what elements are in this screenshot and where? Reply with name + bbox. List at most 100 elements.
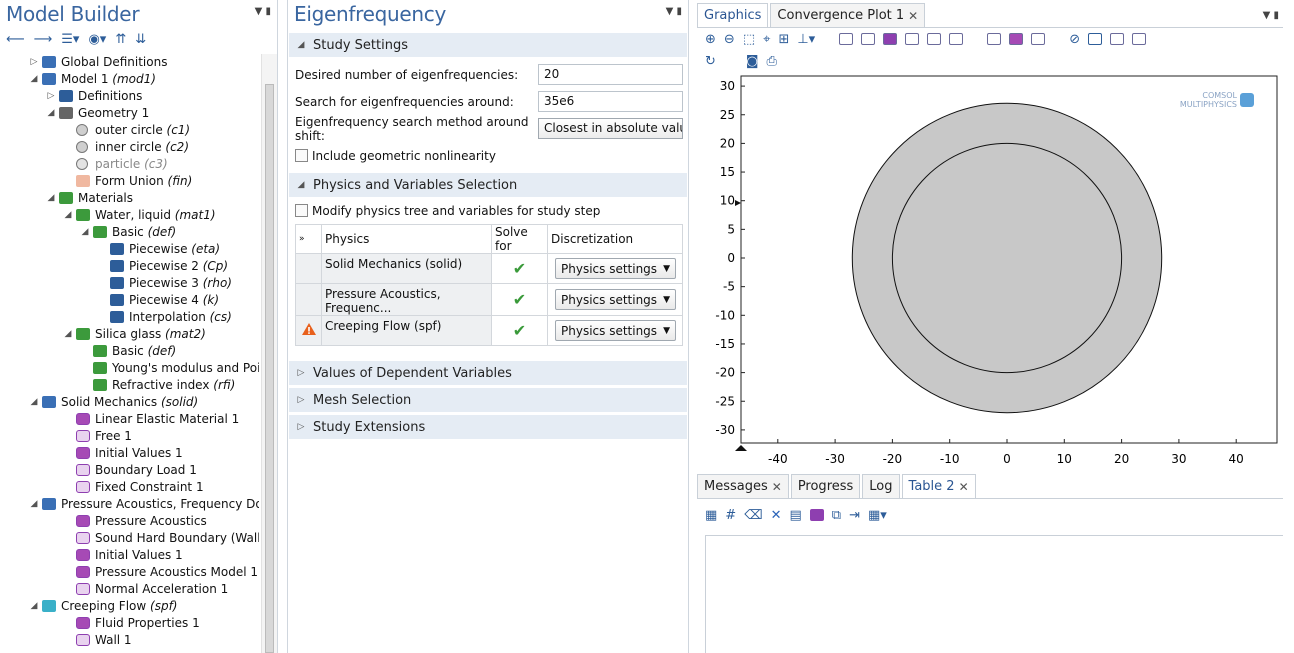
select-boundary-icon[interactable]: [905, 33, 920, 45]
table-area[interactable]: [705, 535, 1283, 653]
modify-checkbox[interactable]: [295, 204, 308, 217]
wireframe-icon[interactable]: [1088, 33, 1103, 45]
panel-menu-icon[interactable]: ▼ ▮: [255, 6, 271, 17]
expand-arrow-icon[interactable]: ▷: [29, 54, 39, 71]
tab-convergence-plot[interactable]: Convergence Plot 1 ✕: [770, 3, 926, 27]
close-icon[interactable]: ✕: [959, 480, 969, 494]
tree-item[interactable]: Piecewise 2 (Cp): [0, 258, 259, 275]
tree-item[interactable]: Piecewise 4 (k): [0, 292, 259, 309]
panel-menu-icon[interactable]: ▼ ▮: [1263, 10, 1283, 27]
select-all-icon[interactable]: [987, 33, 1002, 45]
scene-light-icon[interactable]: [1132, 33, 1147, 45]
forward-icon[interactable]: ⟶: [34, 32, 53, 47]
section-dependent-variables[interactable]: ▷ Values of Dependent Variables: [289, 361, 687, 385]
tab-progress[interactable]: Progress: [790, 474, 861, 498]
show-menu-icon[interactable]: ☰▾: [61, 32, 79, 47]
tree-item[interactable]: Pressure Acoustics: [0, 513, 259, 530]
collapse-arrow-icon[interactable]: ◢: [29, 598, 39, 615]
tab-graphics[interactable]: Graphics: [697, 3, 769, 27]
tree-item[interactable]: ◢ Pressure Acoustics, Frequency Dor: [0, 496, 259, 513]
tree-item[interactable]: ◢ Materials: [0, 190, 259, 207]
reset-icon[interactable]: ↻: [705, 54, 716, 69]
tree-item[interactable]: Piecewise (eta): [0, 241, 259, 258]
select-object-icon[interactable]: [839, 33, 854, 45]
collapse-icon[interactable]: ⇊: [135, 32, 146, 47]
tree-item[interactable]: Boundary Load 1: [0, 462, 259, 479]
tree-item[interactable]: Initial Values 1: [0, 547, 259, 564]
section-mesh-selection[interactable]: ▷ Mesh Selection: [289, 388, 687, 412]
tree-item[interactable]: Free 1: [0, 428, 259, 445]
search-around-input[interactable]: 35e6: [538, 91, 683, 112]
check-icon[interactable]: ✔: [491, 315, 548, 346]
zoom-in-icon[interactable]: ⊕: [705, 32, 716, 47]
inner-circle-boundary[interactable]: [891, 142, 1123, 374]
tree-item[interactable]: inner circle (c2): [0, 139, 259, 156]
discretization-select[interactable]: Physics settings ▼: [555, 320, 676, 341]
grid-icon[interactable]: ▦▾: [868, 508, 887, 523]
discretization-select[interactable]: Physics settings ▼: [555, 289, 676, 310]
tree-item[interactable]: ◢ Silica glass (mat2): [0, 326, 259, 343]
tab-table-2[interactable]: Table 2 ✕: [901, 474, 976, 498]
tree-item[interactable]: Wall 1: [0, 632, 259, 649]
tree-item[interactable]: outer circle (c1): [0, 122, 259, 139]
tree-item[interactable]: Refractive index (rfi): [0, 377, 259, 394]
tree-item[interactable]: particle (c3): [0, 156, 259, 173]
tree-item[interactable]: ◢ Basic (def): [0, 224, 259, 241]
collapse-arrow-icon[interactable]: ◢: [46, 105, 56, 122]
check-icon[interactable]: ✔: [491, 283, 548, 316]
tree-item[interactable]: ◢ Geometry 1: [0, 105, 259, 122]
table-format-icon[interactable]: ▦: [705, 508, 717, 523]
transparency-icon[interactable]: [1110, 33, 1125, 45]
section-study-extensions[interactable]: ▷ Study Extensions: [289, 415, 687, 439]
discretization-select[interactable]: Physics settings ▼: [555, 258, 676, 279]
tree-item[interactable]: Pressure Acoustics Model 1: [0, 564, 259, 581]
table-icon[interactable]: ▤: [790, 508, 802, 523]
collapse-arrow-icon[interactable]: ◢: [80, 224, 90, 241]
close-icon[interactable]: ✕: [908, 9, 918, 23]
tree-item[interactable]: Sound Hard Boundary (Wall) 1: [0, 530, 259, 547]
tree-item[interactable]: Initial Values 1: [0, 445, 259, 462]
tree-item[interactable]: ◢ Water, liquid (mat1): [0, 207, 259, 224]
collapse-arrow-icon[interactable]: ◢: [63, 326, 73, 343]
collapse-arrow-icon[interactable]: ◢: [63, 207, 73, 224]
column-toggle-icon[interactable]: »: [295, 224, 322, 254]
num-eig-input[interactable]: 20: [538, 64, 683, 85]
tree-item[interactable]: ◢ Solid Mechanics (solid): [0, 394, 259, 411]
axis-orientation-icon[interactable]: ⊥▾: [797, 32, 815, 47]
zoom-out-icon[interactable]: ⊖: [724, 32, 735, 47]
collapse-arrow-icon[interactable]: ◢: [46, 190, 56, 207]
tree-scrollbar[interactable]: [261, 54, 277, 653]
delete-icon[interactable]: ✕: [771, 508, 782, 523]
check-icon[interactable]: ✔: [491, 253, 548, 284]
tree-item[interactable]: ◢ Creeping Flow (spf): [0, 598, 259, 615]
close-icon[interactable]: ✕: [772, 480, 782, 494]
section-physics-selection[interactable]: ◢ Physics and Variables Selection: [289, 173, 687, 197]
tab-messages[interactable]: Messages ✕: [697, 474, 789, 498]
collapse-arrow-icon[interactable]: ◢: [29, 496, 39, 513]
panel-menu-icon[interactable]: ▼ ▮: [666, 6, 682, 17]
tab-log[interactable]: Log: [862, 474, 900, 498]
zoom-extents-icon[interactable]: ⊞: [778, 32, 789, 47]
select-box-icon[interactable]: [1031, 33, 1046, 45]
plot-icon[interactable]: [809, 509, 824, 521]
select-domain-icon[interactable]: [861, 33, 876, 45]
copy-icon[interactable]: ⧉: [832, 508, 841, 523]
tree-item[interactable]: Linear Elastic Material 1: [0, 411, 259, 428]
geom-nonlin-checkbox[interactable]: [295, 149, 308, 162]
tree-item[interactable]: ◢ Model 1 (mod1): [0, 71, 259, 88]
back-icon[interactable]: ⟵: [6, 32, 25, 47]
tree-item[interactable]: Young's modulus and Pois: [0, 360, 259, 377]
expand-icon[interactable]: ⇈: [115, 32, 126, 47]
tree-item[interactable]: Normal Acceleration 1: [0, 581, 259, 598]
section-study-settings[interactable]: ◢ Study Settings: [289, 33, 687, 57]
clear-icon[interactable]: ⌫: [744, 508, 762, 523]
select-point-icon[interactable]: [949, 33, 964, 45]
tree-item[interactable]: Fluid Properties 1: [0, 615, 259, 632]
expand-arrow-icon[interactable]: ▷: [46, 88, 56, 105]
select-edge-icon[interactable]: [927, 33, 942, 45]
export-icon[interactable]: ⇥: [849, 508, 860, 523]
collapse-arrow-icon[interactable]: ◢: [29, 71, 39, 88]
zoom-box-icon[interactable]: ⬚: [743, 32, 755, 47]
zoom-selected-icon[interactable]: ⌖: [763, 32, 770, 47]
tree-item[interactable]: ▷ Definitions: [0, 88, 259, 105]
